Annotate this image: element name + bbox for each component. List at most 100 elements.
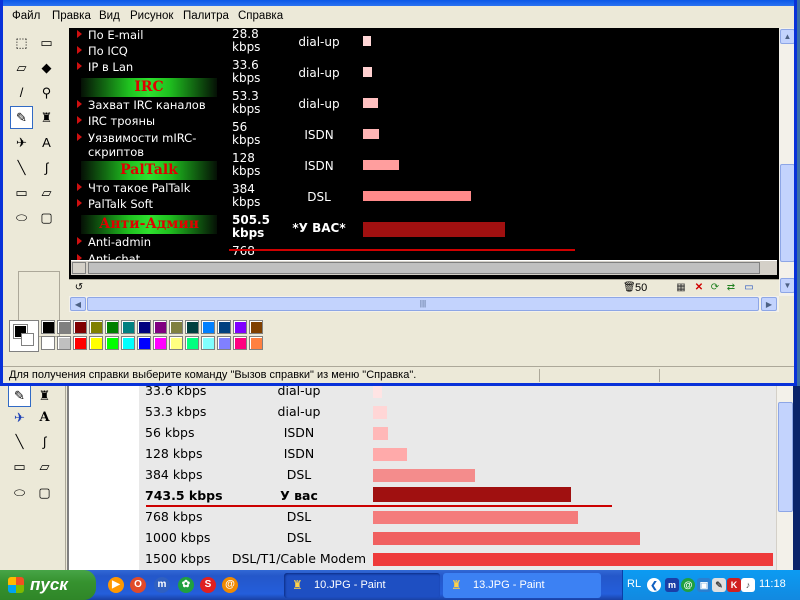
palette-swatch[interactable]: [201, 336, 215, 350]
palette-swatch[interactable]: [185, 320, 199, 334]
back-rectangle-icon[interactable]: ▭: [8, 455, 31, 478]
horizontal-scrollbar[interactable]: ◀ ||| ▶: [69, 296, 779, 312]
current-colors[interactable]: [9, 320, 39, 352]
printer-icon: ▦: [676, 282, 686, 293]
palette-swatch[interactable]: [41, 336, 55, 350]
vertical-scroll-thumb[interactable]: [780, 164, 794, 262]
language-indicator[interactable]: RL: [627, 578, 641, 590]
back-airbrush-icon[interactable]: ✈: [8, 406, 31, 429]
scroll-right-button[interactable]: ▶: [761, 297, 777, 311]
palette-swatch[interactable]: [73, 320, 87, 334]
browser-icon[interactable]: @: [222, 577, 238, 593]
tray-speaker-icon[interactable]: ♪: [741, 578, 755, 592]
start-button[interactable]: пуск: [0, 570, 96, 600]
canvas-area[interactable]: По E-mail По ICQ IP в Lan Захват IRC канало…: [69, 28, 779, 296]
menu-edit[interactable]: Правка: [52, 10, 91, 22]
webpage-nav-link: Что такое PalTalk: [77, 181, 190, 195]
vertical-scrollbar[interactable]: ▲ ▼: [779, 28, 794, 296]
paint-window[interactable]: Файл Правка Вид Рисунок Палитра Справка …: [0, 0, 797, 386]
free-select-icon[interactable]: ⬚: [10, 31, 33, 54]
menu-file[interactable]: Файл: [12, 10, 40, 22]
back-ellipse-icon[interactable]: ⬭: [8, 481, 31, 504]
select-icon[interactable]: ▭: [35, 31, 58, 54]
fill-icon[interactable]: ◆: [35, 56, 58, 79]
eraser-icon[interactable]: ▱: [10, 56, 33, 79]
palette-swatch[interactable]: [153, 320, 167, 334]
refresh-icon: ⟳: [710, 282, 720, 293]
brush-icon[interactable]: ♜: [35, 106, 58, 129]
speed-bar: [373, 406, 388, 419]
palette-swatch[interactable]: [105, 336, 119, 350]
back-pencil-icon[interactable]: ✎: [8, 386, 31, 407]
palette-swatch[interactable]: [57, 336, 71, 350]
paint-brush-icon: ♜: [451, 578, 462, 592]
back-paint-window[interactable]: ✎ ♜ ✈ A ╲ ∫ ▭ ▱ ⬭ ▢ 33.6 kbps dial-up 53.3…: [0, 386, 800, 570]
back-curve-icon[interactable]: ∫: [33, 430, 56, 453]
palette-swatch[interactable]: [73, 336, 87, 350]
palette-swatch[interactable]: [249, 320, 263, 334]
back-polygon-icon[interactable]: ▱: [33, 455, 56, 478]
palette-swatch[interactable]: [249, 336, 263, 350]
opera-icon[interactable]: O: [130, 577, 146, 593]
palette-swatch[interactable]: [41, 320, 55, 334]
back-line-icon[interactable]: ╲: [8, 430, 31, 453]
palette-swatch[interactable]: [105, 320, 119, 334]
back-canvas-area[interactable]: 33.6 kbps dial-up 53.3 kbps dial-up 56 kbps I…: [67, 386, 776, 570]
tray-arrow-icon[interactable]: ❮: [647, 578, 661, 592]
back-scroll-thumb[interactable]: [778, 402, 793, 512]
palette-swatch[interactable]: [217, 320, 231, 334]
color-picker-icon[interactable]: /: [10, 81, 33, 104]
task-13-jpg[interactable]: ♜ 13.JPG - Paint: [443, 573, 601, 598]
text-icon[interactable]: A: [35, 131, 58, 154]
back-rounded-rectangle-icon[interactable]: ▢: [33, 481, 56, 504]
palette-swatch[interactable]: [233, 336, 247, 350]
scroll-up-button[interactable]: ▲: [780, 29, 794, 44]
background-color[interactable]: [21, 333, 34, 346]
task-10-jpg[interactable]: ♜ 10.JPG - Paint: [284, 573, 440, 598]
tray-network-icon[interactable]: ▣: [697, 578, 711, 592]
palette-swatch[interactable]: [89, 320, 103, 334]
line-icon[interactable]: ╲: [10, 156, 33, 179]
scroll-down-button[interactable]: ▼: [780, 278, 794, 293]
palette-swatch[interactable]: [137, 336, 151, 350]
media-player-icon[interactable]: ▶: [108, 577, 124, 593]
back-text-icon[interactable]: A: [33, 406, 56, 429]
rounded-rectangle-icon[interactable]: ▢: [35, 206, 58, 229]
palette-swatch[interactable]: [169, 336, 183, 350]
messenger-icon[interactable]: m: [154, 577, 170, 593]
menu-help[interactable]: Справка: [238, 10, 283, 22]
ellipse-icon[interactable]: ⬭: [10, 206, 33, 229]
palette-swatch[interactable]: [217, 336, 231, 350]
palette-swatch[interactable]: [121, 320, 135, 334]
palette-swatch[interactable]: [121, 336, 135, 350]
palette-swatch[interactable]: [57, 320, 71, 334]
horizontal-scroll-thumb[interactable]: |||: [87, 297, 759, 311]
palette-swatch[interactable]: [185, 336, 199, 350]
icq-icon[interactable]: ✿: [178, 577, 194, 593]
magnifier-icon[interactable]: ⚲: [35, 81, 58, 104]
scroll-left-button[interactable]: ◀: [70, 297, 86, 311]
palette-swatch[interactable]: [137, 320, 151, 334]
title-bar[interactable]: [3, 0, 794, 6]
connection-type: dial-up: [298, 66, 340, 80]
airbrush-icon[interactable]: ✈: [10, 131, 33, 154]
tray-messenger-icon[interactable]: m: [665, 578, 679, 592]
menu-view[interactable]: Вид: [99, 10, 120, 22]
palette-swatch[interactable]: [153, 336, 167, 350]
menu-palette[interactable]: Палитра: [183, 10, 229, 22]
back-vertical-scrollbar[interactable]: [776, 386, 793, 570]
skype-icon[interactable]: S: [200, 577, 216, 593]
back-brush-icon[interactable]: ♜: [33, 386, 56, 407]
polygon-icon[interactable]: ▱: [35, 181, 58, 204]
curve-icon[interactable]: ∫: [35, 156, 58, 179]
palette-swatch[interactable]: [169, 320, 183, 334]
pencil-icon[interactable]: ✎: [10, 106, 33, 129]
palette-swatch[interactable]: [233, 320, 247, 334]
tray-at-icon[interactable]: @: [681, 578, 695, 592]
palette-swatch[interactable]: [201, 320, 215, 334]
tray-k-icon[interactable]: K: [727, 578, 741, 592]
menu-image[interactable]: Рисунок: [130, 10, 173, 22]
palette-swatch[interactable]: [89, 336, 103, 350]
rectangle-icon[interactable]: ▭: [10, 181, 33, 204]
tray-pen-icon[interactable]: ✎: [712, 578, 726, 592]
